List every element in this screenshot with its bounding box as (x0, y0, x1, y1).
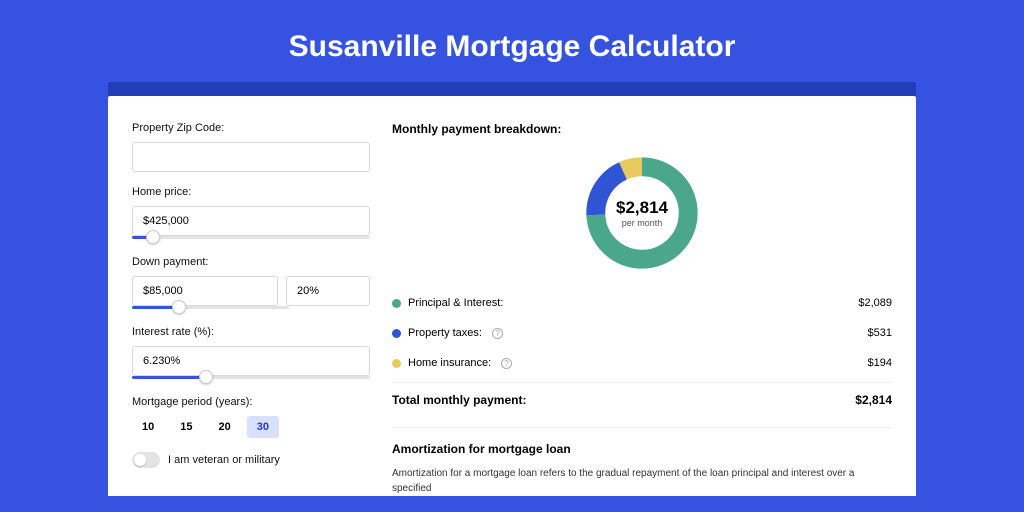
donut-chart: $2,814 per month (581, 152, 703, 274)
dot-icon (392, 299, 401, 308)
down-payment-percent-input[interactable] (286, 276, 370, 306)
period-group: Mortgage period (years): 10 15 20 30 (132, 396, 370, 438)
period-option-30[interactable]: 30 (247, 416, 279, 438)
down-payment-group: Down payment: (132, 256, 370, 312)
dot-icon (392, 329, 401, 338)
inputs-column: Property Zip Code: Home price: Down paym… (132, 122, 370, 496)
slider-thumb[interactable] (146, 230, 160, 244)
donut-amount: $2,814 (616, 198, 668, 218)
info-icon[interactable]: ? (501, 358, 512, 369)
slider-fill (132, 376, 206, 379)
legend-value: $194 (868, 357, 892, 369)
veteran-label: I am veteran or military (168, 454, 280, 466)
donut-center: $2,814 per month (581, 152, 703, 274)
veteran-toggle[interactable] (132, 452, 160, 468)
total-label: Total monthly payment: (392, 393, 526, 407)
interest-group: Interest rate (%): (132, 326, 370, 382)
interest-label: Interest rate (%): (132, 326, 370, 338)
legend-value: $2,089 (858, 297, 892, 309)
amortization-text: Amortization for a mortgage loan refers … (392, 466, 892, 496)
breakdown-column: Monthly payment breakdown: $2,814 per mo… (392, 122, 892, 496)
legend-taxes: Property taxes: ? $531 (392, 318, 892, 348)
dot-icon (392, 359, 401, 368)
down-payment-slider[interactable] (132, 304, 289, 312)
amortization-title: Amortization for mortgage loan (392, 442, 892, 456)
donut-chart-wrap: $2,814 per month (392, 148, 892, 288)
zip-input[interactable] (132, 142, 370, 172)
period-options: 10 15 20 30 (132, 416, 370, 438)
breakdown-title: Monthly payment breakdown: (392, 122, 892, 136)
legend-value: $531 (868, 327, 892, 339)
slider-track (132, 236, 370, 239)
home-price-label: Home price: (132, 186, 370, 198)
legend-label: Property taxes: (408, 327, 482, 339)
total-row: Total monthly payment: $2,814 (392, 382, 892, 417)
down-payment-amount-input[interactable] (132, 276, 278, 306)
down-payment-label: Down payment: (132, 256, 370, 268)
period-option-10[interactable]: 10 (132, 416, 164, 438)
veteran-row: I am veteran or military (132, 452, 370, 468)
legend-principal: Principal & Interest: $2,089 (392, 288, 892, 318)
slider-thumb[interactable] (199, 370, 213, 384)
legend-insurance: Home insurance: ? $194 (392, 348, 892, 378)
card-backdrop: Property Zip Code: Home price: Down paym… (108, 82, 916, 496)
interest-slider[interactable] (132, 374, 370, 382)
slider-thumb[interactable] (172, 300, 186, 314)
period-label: Mortgage period (years): (132, 396, 370, 408)
donut-sub: per month (622, 218, 663, 228)
calculator-card: Property Zip Code: Home price: Down paym… (108, 96, 916, 496)
zip-label: Property Zip Code: (132, 122, 370, 134)
period-option-20[interactable]: 20 (209, 416, 241, 438)
total-value: $2,814 (855, 393, 892, 407)
period-option-15[interactable]: 15 (170, 416, 202, 438)
page-title: Susanville Mortgage Calculator (0, 0, 1024, 82)
amortization-section: Amortization for mortgage loan Amortizat… (392, 427, 892, 496)
home-price-slider[interactable] (132, 234, 370, 242)
interest-input[interactable] (132, 346, 370, 376)
info-icon[interactable]: ? (492, 328, 503, 339)
home-price-group: Home price: (132, 186, 370, 242)
home-price-input[interactable] (132, 206, 370, 236)
zip-group: Property Zip Code: (132, 122, 370, 172)
legend-label: Home insurance: (408, 357, 491, 369)
legend-label: Principal & Interest: (408, 297, 503, 309)
